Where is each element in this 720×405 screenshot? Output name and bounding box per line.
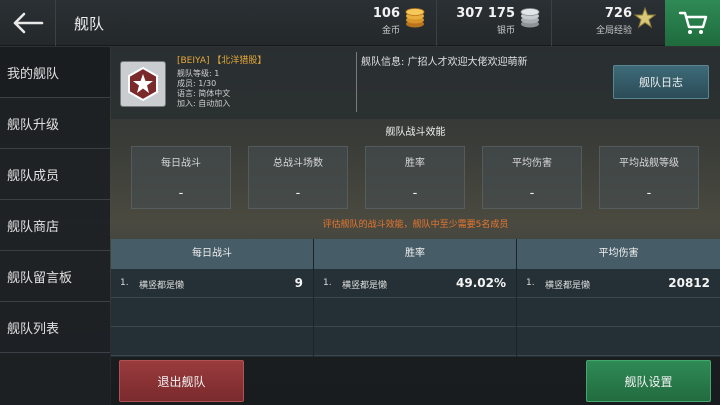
page-title: 舰队	[74, 15, 105, 33]
stat-label: 平均战舰等级	[619, 158, 679, 169]
leaderboard-column-avg-damage: 平均伤害 1. 横竖都是懒 20812	[517, 239, 720, 357]
sidebar-item-fleet-upgrade[interactable]: 舰队升级	[0, 98, 110, 149]
sidebar-item-label: 我的舰队	[7, 66, 60, 82]
fleet-efficiency-section: 舰队战斗效能 每日战斗 - 总战斗场数 - 胜率 - 平均伤害 - 平均战舰等级…	[111, 119, 720, 239]
fleet-level: 舰队等级: 1	[177, 69, 220, 78]
divider	[436, 0, 437, 46]
leaderboard-column-daily-battles: 每日战斗 1. 横竖都是懒 9	[111, 239, 314, 357]
gold-balance: 106 金币	[373, 6, 400, 36]
divider	[356, 52, 357, 112]
stat-value: -	[295, 186, 301, 201]
section-title: 舰队战斗效能	[385, 127, 446, 138]
sidebar: 我的舰队 舰队升级 舰队成员 舰队商店 舰队留言板 舰队列表	[0, 47, 110, 405]
shop-cart-button[interactable]	[665, 0, 720, 46]
back-button[interactable]	[0, 0, 56, 46]
table-row	[111, 327, 313, 356]
stat-card-total-battles: 总战斗场数 -	[248, 146, 348, 209]
silver-label: 银币	[496, 26, 515, 36]
main-content: [BEIYA] 【北洋猎股】 舰队等级: 1 成员: 1/30 语言: 简体中文…	[111, 47, 720, 405]
player-name: 横竖都是懒	[139, 281, 185, 291]
sidebar-item-fleet-members[interactable]: 舰队成员	[0, 149, 110, 200]
row-value: 49.02%	[456, 276, 506, 290]
stat-label: 每日战斗	[161, 158, 201, 169]
fleet-name: [BEIYA] 【北洋猎股】	[177, 56, 267, 66]
silver-coin-icon	[520, 8, 540, 28]
sidebar-item-label: 舰队留言板	[7, 270, 73, 286]
stat-card-daily-battles: 每日战斗 -	[131, 146, 231, 209]
sidebar-item-label: 舰队成员	[7, 168, 60, 184]
fleet-members-count: 成员: 1/30	[177, 79, 217, 88]
stat-value: -	[412, 186, 418, 201]
column-header: 胜率	[314, 239, 516, 269]
min-members-warning: 评估舰队的战斗效能，舰队中至少需要5名成员	[322, 220, 509, 230]
table-row	[517, 298, 720, 327]
sidebar-item-message-board[interactable]: 舰队留言板	[0, 251, 110, 302]
xp-star-icon	[634, 7, 656, 29]
silver-value: 307 175	[456, 6, 515, 21]
fleet-settings-button[interactable]: 舰队设置	[586, 360, 711, 402]
row-rank: 1.	[120, 278, 129, 288]
back-arrow-icon	[13, 12, 43, 34]
sidebar-item-my-fleet[interactable]: 我的舰队	[0, 47, 110, 98]
xp-label: 全局经验	[595, 26, 632, 36]
leaderboard-column-win-rate: 胜率 1. 横竖都是懒 49.02%	[314, 239, 517, 357]
row-rank: 1.	[526, 278, 535, 288]
fleet-emblem	[120, 61, 166, 107]
stat-card-avg-ship-tier: 平均战舰等级 -	[599, 146, 699, 209]
sidebar-item-label: 舰队列表	[7, 321, 60, 337]
leave-fleet-button[interactable]: 退出舰队	[119, 360, 244, 402]
table-row[interactable]: 1. 横竖都是懒 20812	[517, 269, 720, 298]
table-row	[111, 298, 313, 327]
table-row[interactable]: 1. 横竖都是懒 9	[111, 269, 313, 298]
row-value: 20812	[668, 276, 710, 290]
sidebar-item-fleet-list[interactable]: 舰队列表	[0, 302, 110, 353]
table-row[interactable]: 1. 横竖都是懒 49.02%	[314, 269, 516, 298]
stat-value: -	[529, 186, 535, 201]
action-bar: 退出舰队 舰队设置	[111, 357, 720, 405]
column-header: 每日战斗	[111, 239, 313, 269]
player-name: 横竖都是懒	[342, 281, 388, 291]
divider	[551, 0, 552, 46]
top-bar: 舰队 106 金币 307 175 银币 726 全局经验	[0, 0, 720, 46]
sidebar-item-fleet-shop[interactable]: 舰队商店	[0, 200, 110, 251]
stat-card-avg-damage: 平均伤害 -	[482, 146, 582, 209]
fleet-log-button[interactable]: 舰队日志	[613, 65, 709, 99]
column-header: 平均伤害	[517, 239, 720, 269]
fleet-message: 舰队信息: 广招人才欢迎大佬欢迎萌新	[361, 57, 528, 68]
stat-label: 总战斗场数	[273, 158, 323, 169]
stat-card-win-rate: 胜率 -	[365, 146, 465, 209]
fleet-join-mode: 加入: 自动加入	[177, 99, 231, 108]
table-row	[314, 298, 516, 327]
row-value: 9	[294, 276, 303, 290]
gold-label: 金币	[381, 26, 400, 36]
stat-value: -	[178, 186, 184, 201]
cart-icon	[678, 11, 707, 34]
fleet-emblem-icon	[128, 67, 158, 101]
table-row	[314, 327, 516, 356]
gold-value: 106	[372, 6, 400, 21]
gold-coin-icon	[405, 8, 425, 28]
sidebar-item-label: 舰队商店	[7, 219, 60, 235]
xp-balance: 726 全局经验	[596, 6, 632, 36]
table-row	[517, 327, 720, 356]
fleet-info-panel: [BEIYA] 【北洋猎股】 舰队等级: 1 成员: 1/30 语言: 简体中文…	[111, 47, 720, 119]
stat-value: -	[646, 186, 652, 201]
stat-label: 胜率	[405, 158, 425, 169]
xp-value: 726	[604, 6, 632, 21]
silver-balance: 307 175 银币	[456, 6, 515, 36]
fleet-details: 舰队等级: 1 成员: 1/30 语言: 简体中文 加入: 自动加入	[177, 69, 230, 109]
fleet-language: 语言: 简体中文	[177, 89, 231, 98]
sidebar-item-label: 舰队升级	[7, 117, 60, 133]
leaderboard-table: 每日战斗 1. 横竖都是懒 9 胜率 1. 横竖都是懒 49.02% 平均伤害 …	[111, 239, 720, 357]
stat-label: 平均伤害	[512, 158, 552, 169]
player-name: 横竖都是懒	[545, 281, 591, 291]
row-rank: 1.	[323, 278, 332, 288]
